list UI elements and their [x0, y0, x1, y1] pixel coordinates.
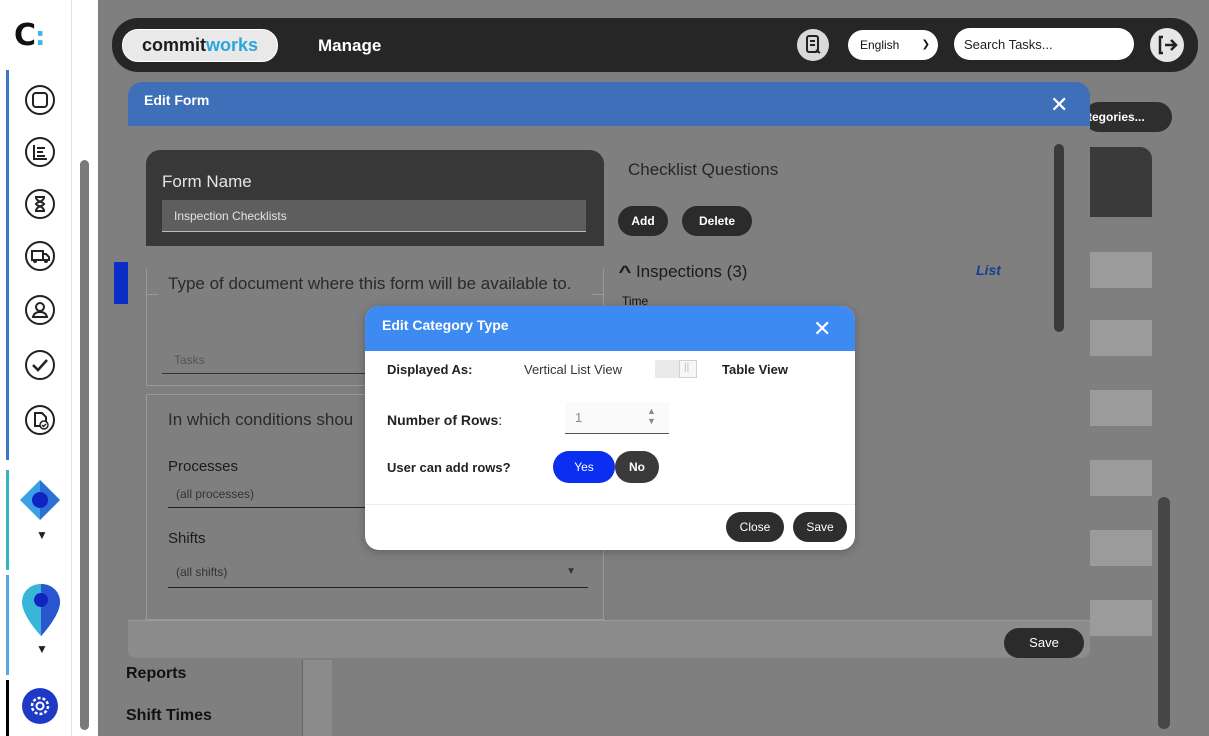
hourglass-icon[interactable]: [24, 188, 56, 220]
rows-label: Number of Rows:: [387, 412, 503, 428]
user-icon[interactable]: [24, 294, 56, 326]
add-question-button[interactable]: Add: [618, 206, 668, 236]
check-icon[interactable]: [24, 349, 56, 381]
background-block: [1090, 390, 1152, 426]
spinner-arrows-icon[interactable]: ▲ ▼: [647, 406, 656, 426]
toggle-knob[interactable]: [679, 360, 697, 378]
badge-check-icon[interactable]: [24, 404, 56, 436]
table-view-option[interactable]: Table View: [722, 362, 788, 377]
gear-icon[interactable]: [22, 688, 58, 724]
background-block: [1090, 530, 1152, 566]
close-button[interactable]: Close: [726, 512, 784, 542]
save-form-button[interactable]: Save: [1004, 628, 1084, 658]
form-name-input[interactable]: Inspection Checklists: [162, 200, 586, 232]
background-block: [1090, 460, 1152, 496]
reports-link[interactable]: Reports: [126, 665, 186, 683]
checklist-questions-title: Checklist Questions: [628, 160, 779, 179]
edit-form-scrollbar[interactable]: [1054, 144, 1064, 332]
view-toggle[interactable]: [655, 360, 697, 378]
background-card: [1090, 147, 1152, 217]
edit-category-dialog: Edit Category Type ✕ Displayed As: Verti…: [365, 306, 855, 550]
shift-times-link[interactable]: Shift Times: [126, 707, 212, 725]
truck-icon[interactable]: [24, 240, 56, 272]
location-app-icon[interactable]: [20, 582, 62, 638]
add-rows-label: User can add rows?: [387, 460, 511, 475]
background-block: [1090, 252, 1152, 288]
conditions-label: In which conditions shou: [168, 410, 354, 429]
rail-accent-line: [6, 470, 9, 570]
chevron-down-icon[interactable]: ▼: [36, 642, 48, 656]
displayed-as-label: Displayed As:: [387, 362, 473, 377]
background-block: [1090, 320, 1152, 356]
rail-accent-line: [6, 70, 9, 460]
background-marker: [114, 262, 128, 304]
fieldset-border: [146, 294, 158, 295]
chevron-down-icon[interactable]: ▼: [36, 528, 48, 542]
save-button[interactable]: Save: [793, 512, 847, 542]
close-icon[interactable]: ✕: [1050, 92, 1068, 118]
list-link[interactable]: List: [976, 262, 1001, 278]
chevron-up-icon: ^: [618, 262, 632, 281]
chevron-down-icon: ❯: [921, 39, 930, 50]
side-rail: C: ▼ ▼: [0, 0, 72, 736]
logout-icon[interactable]: [1150, 28, 1184, 62]
background-divider: [302, 660, 332, 736]
document-type-label: Type of document where this form will be…: [168, 274, 572, 293]
search-input[interactable]: [954, 28, 1134, 60]
chevron-down-icon: ▼: [566, 566, 576, 577]
document-icon[interactable]: [797, 29, 829, 61]
vertical-list-option[interactable]: Vertical List View: [524, 362, 622, 377]
form-name-label: Form Name: [162, 172, 252, 191]
dialog-title: Edit Category Type: [382, 317, 509, 333]
rail-accent-line: [6, 680, 9, 736]
fieldset-border: [592, 294, 604, 295]
close-icon[interactable]: ✕: [813, 316, 831, 342]
edit-form-footer: [128, 620, 1090, 658]
edit-form-title: Edit Form: [144, 92, 210, 108]
section-title: Manage: [318, 36, 382, 55]
shifts-label: Shifts: [168, 530, 206, 547]
delete-question-button[interactable]: Delete: [682, 206, 752, 236]
yes-button[interactable]: Yes: [553, 451, 615, 483]
page-scrollbar[interactable]: [1158, 497, 1170, 729]
edit-form-header: [128, 82, 1090, 126]
brand-logo[interactable]: commitworks: [122, 29, 278, 62]
language-select[interactable]: English ❯: [848, 30, 938, 60]
no-button[interactable]: No: [615, 451, 659, 483]
processes-label: Processes: [168, 458, 239, 475]
app-logo[interactable]: C:: [14, 18, 45, 53]
inspections-group-toggle[interactable]: ^ Inspections (3): [618, 262, 748, 282]
shifts-select[interactable]: (all shifts) ▼: [168, 556, 588, 588]
drop-app-icon[interactable]: [18, 478, 62, 522]
sidebar-scrollbar[interactable]: [80, 160, 89, 730]
background-block: [1090, 600, 1152, 636]
list-icon[interactable]: [24, 136, 56, 168]
categories-button[interactable]: tegories...: [1084, 102, 1172, 132]
rail-accent-line: [6, 575, 9, 675]
square-icon[interactable]: [24, 84, 56, 116]
